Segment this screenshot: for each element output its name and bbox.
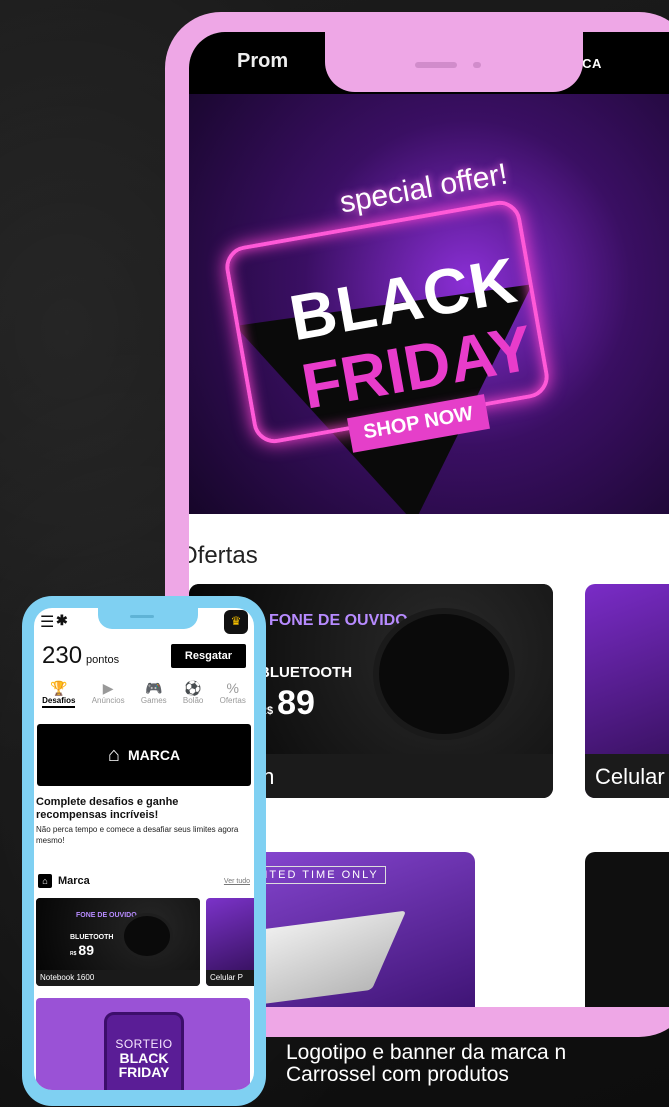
product-image [36, 898, 200, 970]
product-caption: Notebook 1600 [36, 970, 200, 986]
tab-bar: 🏆 Desafios ▶ Anúncios 🎮 Games ⚽ Bolão % … [34, 680, 254, 708]
price-currency: R$ [70, 951, 77, 957]
points-display: 230 pontos [42, 642, 119, 670]
price-value: 89 [78, 942, 94, 958]
section-title: Ofertas [189, 542, 258, 569]
sorteio-friday-text: FRIDAY [118, 1064, 170, 1080]
small-phone-mockup: ☰ ✱ ♛ 230 pontos Resgatar 🏆 Desafios ▶ An… [22, 596, 266, 1106]
product-card[interactable]: Celular P [206, 898, 254, 986]
menu-icon[interactable]: ☰ [40, 612, 54, 632]
phone-illustration: SORTEIO BLACK FRIDAY [104, 1012, 184, 1090]
product-card[interactable]: FONE DE OUVIDO BLUETOOTH R$ 89 Notebook 1… [36, 898, 200, 986]
promo-text: FONE DE OUVIDO [76, 912, 137, 919]
trophy-icon[interactable]: ♛ [224, 610, 248, 634]
product-caption: Celular P [206, 970, 254, 986]
tab-label: Desafios [42, 696, 76, 705]
brand-banner[interactable]: ⌂ MARCA [37, 724, 251, 786]
caption-line: Logotipo e banner da marca n [286, 1041, 567, 1064]
sorteio-black-text: BLACK [119, 1050, 169, 1066]
brand-name: MARCA [127, 747, 181, 763]
brand-section-header: ⌂ Marca Ver tudo [38, 874, 250, 888]
tab-desafios[interactable]: 🏆 Desafios [42, 680, 76, 708]
see-all-link[interactable]: Ver tudo [224, 878, 250, 885]
small-phone-screen: ☰ ✱ ♛ 230 pontos Resgatar 🏆 Desafios ▶ An… [34, 608, 254, 1090]
challenge-text: Não perca tempo e comece a desafiar seus… [36, 825, 239, 845]
play-icon: ▶ [102, 680, 114, 696]
promo-bluetooth-text: BLUETOOTH [259, 664, 353, 681]
tab-label: Bolão [182, 696, 204, 705]
tab-label: Ofertas [219, 696, 246, 705]
caption-text: Logotipo e banner da marca n Carrossel c… [286, 1042, 566, 1086]
promo-bluetooth-text: BLUETOOTH [70, 934, 114, 941]
section-title: Marca [58, 875, 90, 887]
promo-price: R$ 89 [70, 942, 94, 958]
earbuds-icon [379, 614, 509, 734]
sorteio-text: SORTEIO [115, 1037, 173, 1051]
trophy-icon: 🏆 [50, 680, 68, 696]
logo-icon: ✱ [56, 612, 68, 628]
percent-icon: % [226, 680, 239, 696]
caption-line: Carrossel com produtos [286, 1063, 509, 1086]
black-friday-banner[interactable]: special offer! BLACK FRIDAY SHOP NOW [189, 94, 669, 514]
shopping-bag-icon: ⌂ [107, 743, 120, 766]
product-caption: Celular [585, 754, 669, 798]
tab-ofertas[interactable]: % Ofertas [220, 680, 246, 708]
price-value: 89 [277, 684, 315, 722]
speaker-icon [130, 615, 154, 618]
gamepad-icon: 🎮 [145, 680, 163, 696]
product-card[interactable] [585, 852, 669, 1007]
sorteio-banner[interactable]: SORTEIO BLACK FRIDAY [36, 998, 250, 1090]
tab-games[interactable]: 🎮 Games [141, 680, 167, 708]
challenge-title: Complete desafios e ganhe recompensas in… [36, 796, 179, 821]
speaker-icon [415, 62, 457, 68]
resgatar-button[interactable]: Resgatar [170, 644, 246, 668]
soccer-ball-icon: ⚽ [184, 680, 202, 696]
promo-text: FONE DE OUVIDO [269, 612, 408, 629]
camera-icon [473, 62, 481, 68]
phone-notch [98, 608, 198, 629]
earbuds-icon [124, 916, 170, 956]
tab-bolao[interactable]: ⚽ Bolão [183, 680, 203, 708]
points-value: 230 [42, 642, 83, 669]
brand-icon: ⌂ [38, 874, 52, 888]
points-unit: pontos [86, 654, 120, 666]
product-card[interactable]: Celular [585, 584, 669, 798]
tab-label: Anúncios [91, 696, 125, 705]
tab-label: Games [140, 696, 167, 705]
tab-anuncios[interactable]: ▶ Anúncios [92, 680, 125, 708]
top-bar-left-text: Prom [237, 50, 289, 72]
promo-price: R$ 89 [259, 684, 315, 723]
phone-notch [325, 32, 583, 92]
